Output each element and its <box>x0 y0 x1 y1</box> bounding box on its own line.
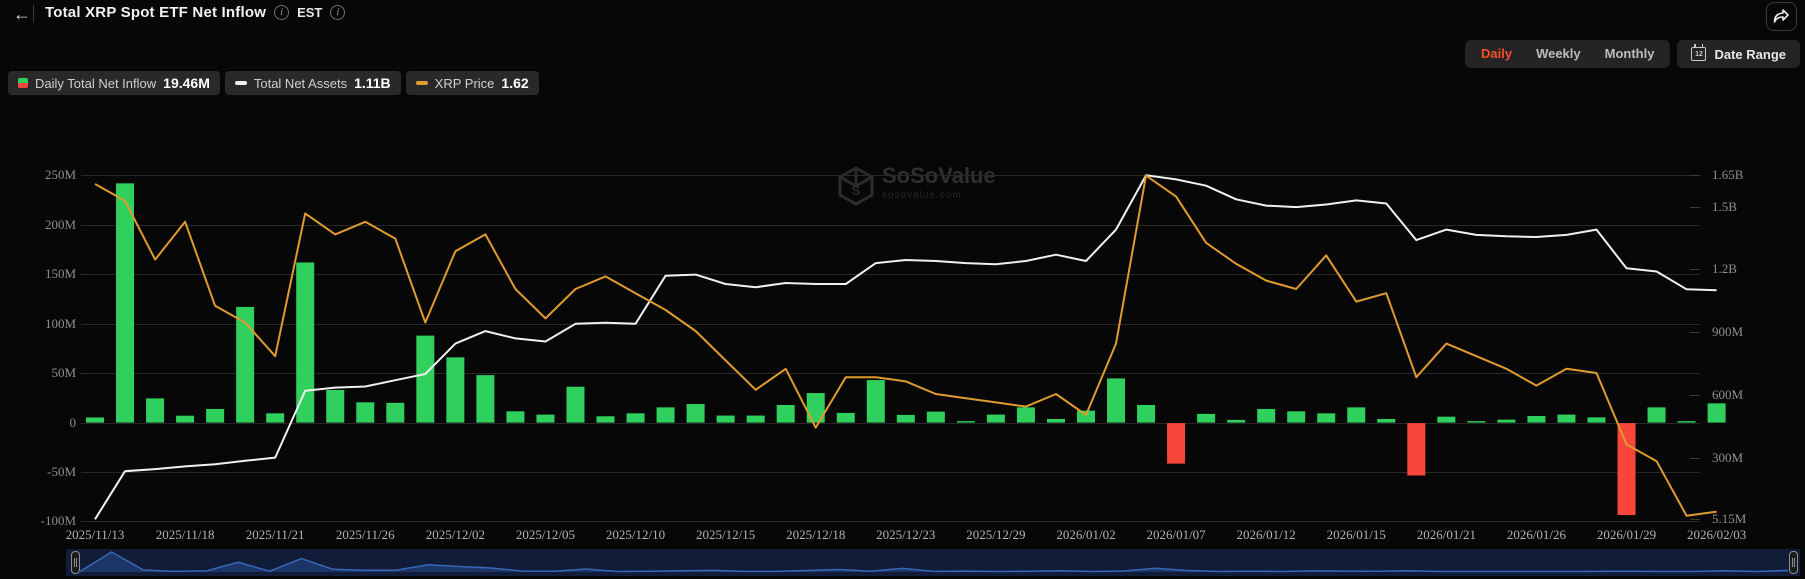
inflow-bar[interactable] <box>1107 378 1126 423</box>
etf-dashboard: ← Total XRP Spot ETF Net Inflow i EST i … <box>0 0 1805 579</box>
inflow-bar[interactable] <box>926 411 945 423</box>
minimap-left-handle[interactable] <box>71 551 80 574</box>
inflow-bar[interactable] <box>1647 407 1666 423</box>
inflow-bar[interactable] <box>1497 419 1516 423</box>
inflow-bar[interactable] <box>1167 423 1186 464</box>
inflow-bar[interactable] <box>446 357 465 423</box>
total-net-assets-line <box>94 174 1717 520</box>
inflow-bar[interactable] <box>1617 423 1636 516</box>
inflow-bar[interactable] <box>626 413 645 423</box>
inflow-bar[interactable] <box>236 306 255 423</box>
inflow-bar[interactable] <box>776 405 795 423</box>
main-chart[interactable]: 250M 200M 150M 100M 50M 0 -50M -100M 1.65B 1.5B 1.… <box>0 0 1805 579</box>
inflow-bar[interactable] <box>566 386 585 423</box>
minimap-right-handle[interactable] <box>1789 551 1798 574</box>
inflow-bar[interactable] <box>896 414 915 423</box>
inflow-bar[interactable] <box>1076 410 1095 423</box>
inflow-bar[interactable] <box>1527 415 1546 423</box>
inflow-bar[interactable] <box>1046 418 1065 423</box>
inflow-bar[interactable] <box>656 407 675 423</box>
plot-canvas <box>86 174 1726 520</box>
inflow-bar[interactable] <box>596 416 615 423</box>
inflow-bar[interactable] <box>326 389 345 423</box>
inflow-bar[interactable] <box>746 415 765 423</box>
inflow-bar[interactable] <box>536 414 555 423</box>
inflow-bar[interactable] <box>1287 411 1306 423</box>
inflow-bar[interactable] <box>86 417 104 423</box>
inflow-bar[interactable] <box>1317 413 1336 423</box>
inflow-bar[interactable] <box>986 414 1005 423</box>
inflow-bar[interactable] <box>1707 403 1726 423</box>
inflow-bar[interactable] <box>116 183 135 423</box>
inflow-bar[interactable] <box>956 421 975 423</box>
inflow-bar[interactable] <box>356 402 375 423</box>
inflow-bar[interactable] <box>176 415 195 423</box>
inflow-bar[interactable] <box>1016 407 1035 423</box>
inflow-bar[interactable] <box>1407 423 1426 476</box>
inflow-bar[interactable] <box>386 402 405 423</box>
inflow-bar[interactable] <box>716 415 735 423</box>
inflow-bar[interactable] <box>416 335 435 423</box>
inflow-bar[interactable] <box>146 398 165 423</box>
inflow-bar[interactable] <box>206 408 225 423</box>
inflow-bar[interactable] <box>686 404 705 423</box>
inflow-bar[interactable] <box>1677 421 1696 423</box>
inflow-bar[interactable] <box>296 262 315 423</box>
inflow-bar[interactable] <box>1137 405 1156 423</box>
inflow-bar[interactable] <box>1377 418 1396 423</box>
inflow-bar[interactable] <box>1197 413 1216 423</box>
inflow-bar[interactable] <box>476 375 495 423</box>
inflow-bar[interactable] <box>866 380 885 423</box>
inflow-bar[interactable] <box>1347 407 1366 423</box>
inflow-bar[interactable] <box>1437 416 1456 423</box>
inflow-bar[interactable] <box>266 413 285 423</box>
inflow-bar[interactable] <box>1587 417 1606 423</box>
inflow-bar[interactable] <box>836 412 855 423</box>
inflow-bar[interactable] <box>506 411 525 423</box>
inflow-bar[interactable] <box>1467 421 1486 423</box>
xrp-price-line <box>94 174 1717 517</box>
inflow-bar[interactable] <box>1257 408 1276 423</box>
inflow-bar[interactable] <box>1557 414 1576 423</box>
inflow-bar[interactable] <box>1227 419 1246 423</box>
